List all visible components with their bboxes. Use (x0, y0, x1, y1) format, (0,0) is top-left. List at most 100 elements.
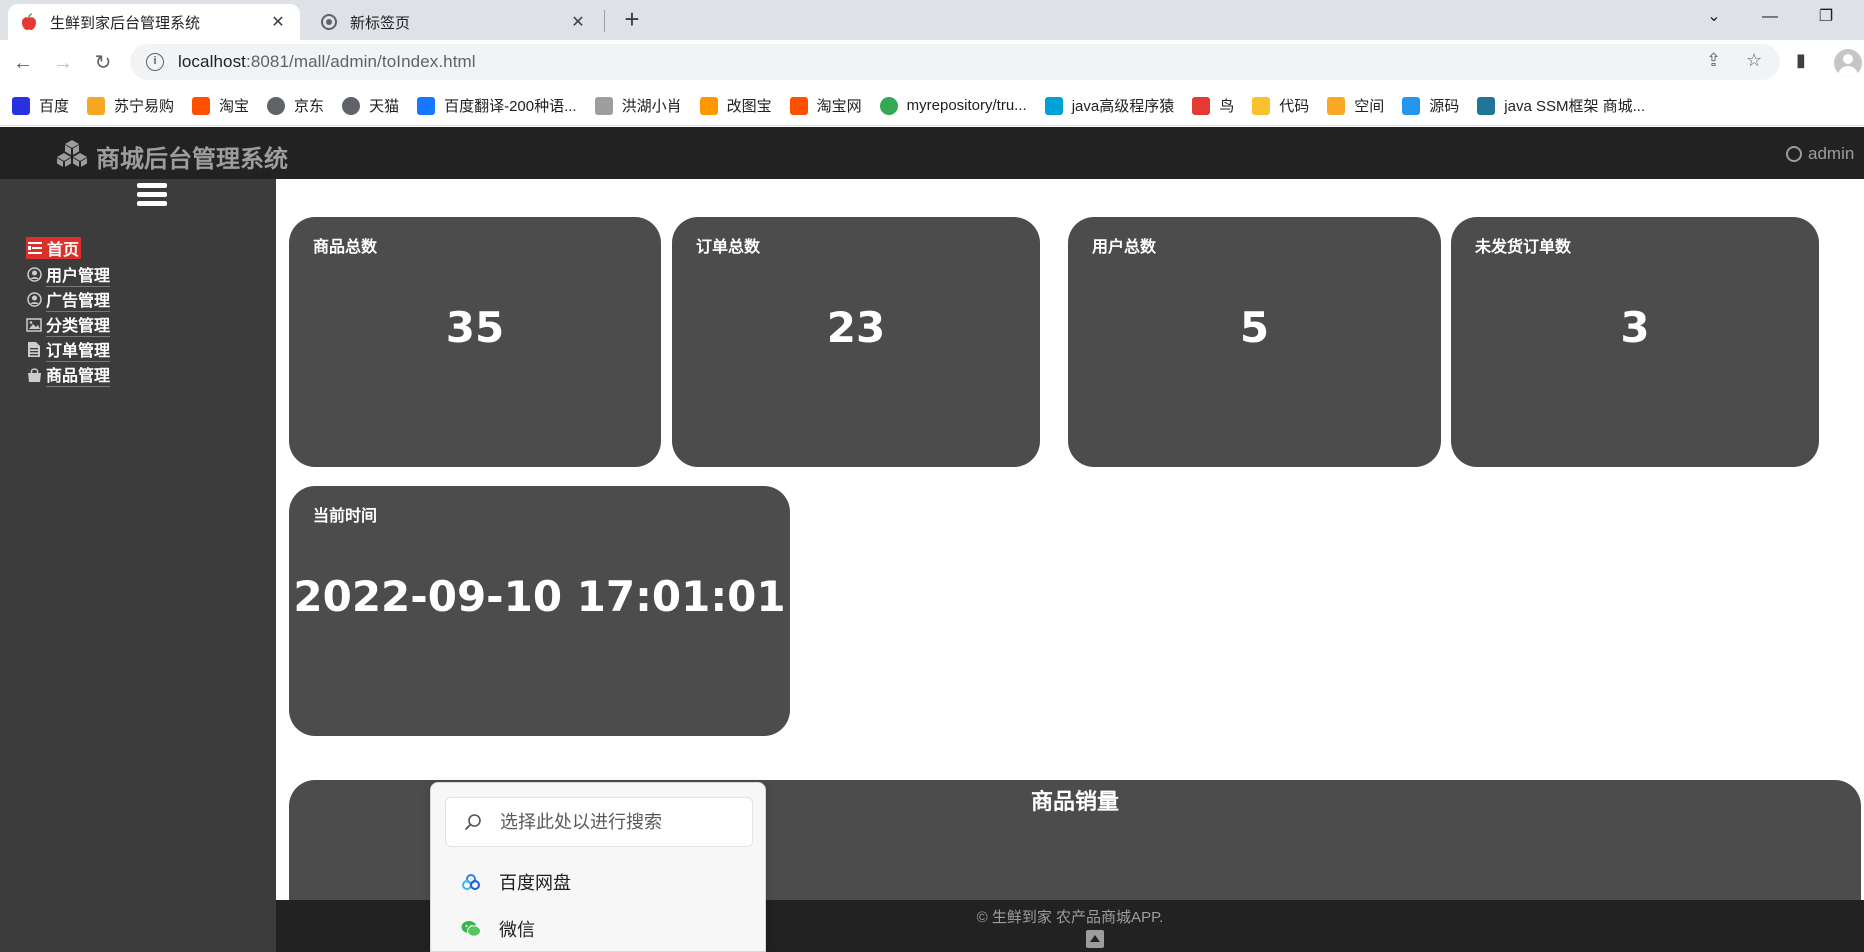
bookmark-label: 代码 (1279, 98, 1310, 115)
profile-avatar-icon[interactable] (1834, 49, 1862, 77)
bookmark-label: 鸟 (1219, 98, 1235, 115)
tab-admin[interactable]: 生鲜到家后台管理系统 ✕ (8, 4, 300, 40)
username: admin (1808, 144, 1855, 163)
bookmark-item[interactable]: java SSM框架 商城... (1477, 95, 1645, 116)
image-edit-icon (699, 96, 718, 115)
bookmark-star-icon[interactable]: ☆ (1746, 50, 1762, 71)
brand-title: 商城后台管理系统 (96, 146, 288, 173)
bookmark-label: 苏宁易购 (114, 98, 175, 115)
bookmark-item[interactable]: 鸟 (1192, 95, 1234, 116)
user-circle-icon (26, 292, 42, 308)
apple-icon (20, 13, 38, 31)
minimize-button[interactable]: — (1742, 0, 1798, 34)
stat-value: 3 (1620, 303, 1650, 352)
search-popup: 百度网盘 微信 (430, 782, 766, 952)
new-tab-button[interactable]: + (618, 6, 646, 34)
sidebar: 首页 用户管理 广告管理 分类管理 订单管理 商品管理 (0, 179, 276, 952)
bookmark-item[interactable]: 空间 (1327, 95, 1384, 116)
docker-icon (1402, 96, 1421, 115)
stat-label: 订单总数 (696, 239, 761, 256)
stat-card-unshipped: 未发货订单数 3 (1451, 217, 1819, 467)
bookmark-label: 百度翻译-200种语... (444, 98, 577, 115)
taobao-icon (789, 96, 808, 115)
bag-icon (26, 367, 42, 383)
popup-item-label: 微信 (499, 920, 535, 940)
back-button[interactable]: ← (8, 48, 38, 78)
bookmark-item[interactable]: java高级程序猿 (1044, 95, 1174, 116)
sidebar-item-products[interactable]: 商品管理 (26, 362, 111, 387)
bookmark-label: 淘宝 (219, 98, 250, 115)
url-text[interactable]: localhost:8081/mall/admin/toIndex.html (178, 52, 476, 72)
chrome-icon (879, 96, 898, 115)
address-bar[interactable]: i localhost:8081/mall/admin/toIndex.html (130, 44, 1780, 80)
site-info-icon[interactable]: i (146, 53, 164, 71)
stat-value: 23 (826, 303, 886, 352)
tab-separator (604, 10, 605, 32)
share-icon[interactable]: ⇪ (1706, 50, 1721, 71)
bookmark-label: 京东 (294, 98, 325, 115)
sidebar-item-ads[interactable]: 广告管理 (26, 287, 111, 312)
tab-new[interactable]: 新标签页 ✕ (308, 4, 600, 40)
sidebar-item-categories[interactable]: 分类管理 (26, 312, 111, 337)
user-menu[interactable]: admin (1786, 144, 1854, 164)
popup-item-baidu-netdisk[interactable]: 百度网盘 (461, 869, 571, 895)
bookmark-item[interactable]: 洪湖小肖 (594, 95, 682, 116)
user-icon (1786, 146, 1802, 162)
bookmark-item[interactable]: 百度翻译-200种语... (417, 95, 577, 116)
bookmark-item[interactable]: 百度 (12, 95, 69, 116)
wordpress-icon (1477, 96, 1496, 115)
popup-item-label: 百度网盘 (499, 873, 571, 893)
bookmark-label: 源码 (1429, 98, 1460, 115)
bookmark-item[interactable]: 京东 (267, 95, 324, 116)
bookmark-item[interactable]: myrepository/tru... (879, 96, 1027, 115)
sidebar-menu: 首页 用户管理 广告管理 分类管理 订单管理 商品管理 (26, 237, 111, 387)
bookmark-label: java SSM框架 商城... (1504, 98, 1646, 115)
restore-button[interactable]: ❐ (1798, 0, 1854, 34)
stat-value: 35 (445, 303, 505, 352)
stat-card-users: 用户总数 5 (1068, 217, 1441, 467)
bookmark-item[interactable]: 淘宝网 (789, 95, 862, 116)
bookmark-item[interactable]: 天猫 (342, 95, 399, 116)
time-value: 2022-09-10 17:01:01 (293, 572, 786, 621)
forward-button[interactable]: → (48, 48, 78, 78)
sidebar-item-orders[interactable]: 订单管理 (26, 337, 111, 362)
qzone-icon (1327, 96, 1346, 115)
code-icon (1252, 96, 1271, 115)
bookmark-item[interactable]: 源码 (1402, 95, 1459, 116)
bookmark-label: 淘宝网 (816, 98, 862, 115)
bookmark-item[interactable]: 淘宝 (192, 95, 249, 116)
cubes-icon (56, 139, 88, 174)
bookmark-item[interactable]: 苏宁易购 (87, 95, 174, 116)
close-tab-icon[interactable]: ✕ (568, 12, 588, 32)
taobao-icon (192, 96, 211, 115)
back-to-top-icon[interactable] (1086, 930, 1104, 948)
popup-item-wechat[interactable]: 微信 (461, 916, 535, 942)
tab-search-icon[interactable]: ⌄ (1686, 0, 1742, 34)
stat-label: 商品总数 (313, 239, 378, 256)
globe-icon (342, 96, 361, 115)
browser-tab-bar: 生鲜到家后台管理系统 ✕ 新标签页 ✕ + ⌄ — ❐ (0, 0, 1864, 40)
popup-search-input[interactable] (500, 811, 740, 833)
stat-label: 用户总数 (1092, 239, 1157, 256)
stat-card-products: 商品总数 35 (289, 217, 661, 467)
reload-button[interactable]: ↻ (88, 48, 118, 78)
browser-toolbar: ← → ↻ i localhost:8081/mall/admin/toInde… (0, 40, 1864, 86)
side-panel-icon[interactable]: ▮ (1796, 50, 1806, 71)
bookmark-item[interactable]: 代码 (1252, 95, 1309, 116)
bookmark-label: 百度 (39, 98, 70, 115)
bookmark-label: myrepository/tru... (906, 97, 1027, 114)
list-icon (28, 240, 43, 256)
search-icon (464, 813, 482, 831)
baidu-netdisk-icon (461, 872, 481, 892)
close-tab-icon[interactable]: ✕ (268, 12, 288, 32)
sidebar-item-users[interactable]: 用户管理 (26, 262, 111, 287)
brand[interactable]: 商城后台管理系统 (56, 139, 288, 174)
popup-search-box[interactable] (445, 797, 753, 847)
time-label: 当前时间 (313, 508, 378, 525)
menu-toggle-icon[interactable] (137, 183, 167, 209)
bookmark-item[interactable]: 改图宝 (699, 95, 772, 116)
app-navbar: 商城后台管理系统 admin (0, 127, 1864, 179)
cartoon-icon (594, 96, 613, 115)
sidebar-item-home[interactable]: 首页 (26, 237, 81, 259)
current-time-card: 当前时间 2022-09-10 17:01:01 (289, 486, 790, 736)
